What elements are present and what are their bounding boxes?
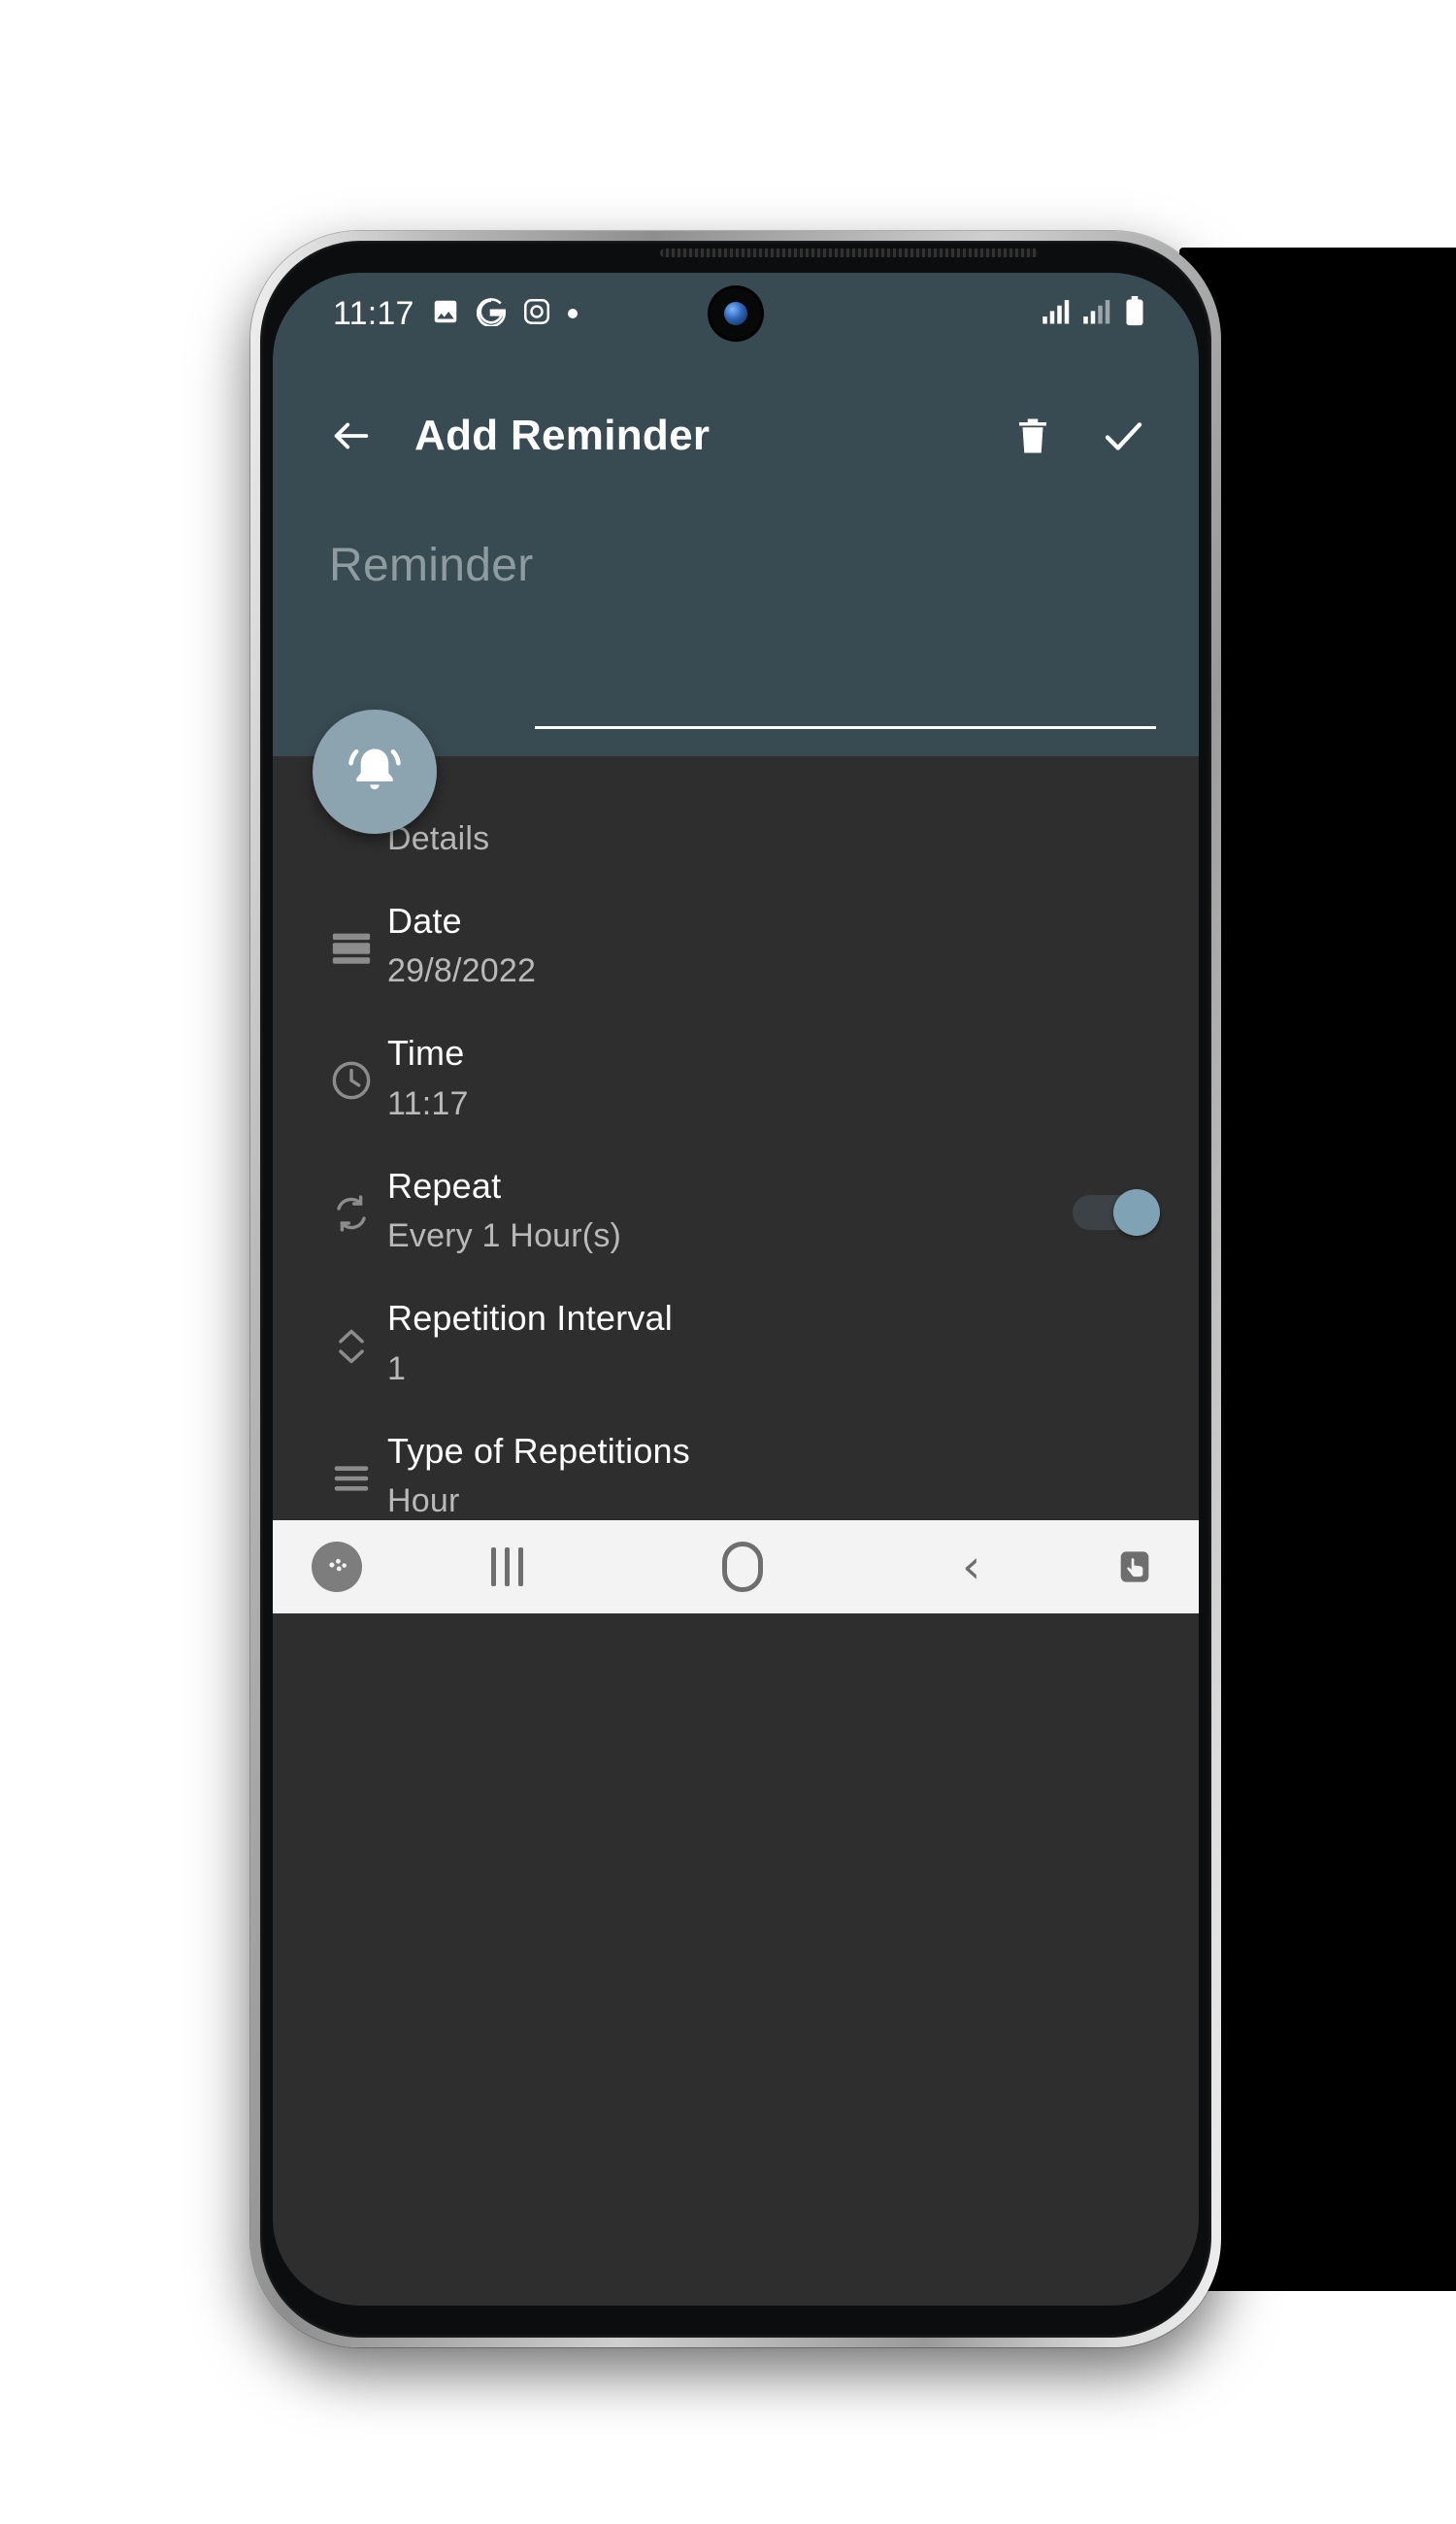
row-repetition-interval-texts: Repetition Interval 1 bbox=[387, 1298, 1156, 1387]
row-date-title: Date bbox=[387, 901, 462, 941]
row-time-texts: Time 11:17 bbox=[387, 1033, 1156, 1122]
app-bar-actions bbox=[1012, 413, 1156, 459]
row-date[interactable]: Date 29/8/2022 bbox=[273, 858, 1199, 990]
row-type-of-repetitions-title: Type of Repetitions bbox=[387, 1430, 690, 1471]
game-booster-icon[interactable] bbox=[312, 1541, 362, 1592]
repeat-toggle-thumb bbox=[1113, 1188, 1160, 1236]
page-title: Add Reminder bbox=[414, 412, 711, 459]
repeat-toggle[interactable] bbox=[1073, 1188, 1160, 1236]
row-repeat-texts: Repeat Every 1 Hour(s) bbox=[387, 1166, 1073, 1255]
row-time-title: Time bbox=[387, 1033, 465, 1074]
confirm-check-icon[interactable] bbox=[1100, 413, 1146, 459]
status-bar: 11:17 bbox=[273, 273, 1199, 354]
calendar-icon bbox=[315, 901, 387, 971]
system-navigation-bar: ‹ bbox=[273, 1519, 1199, 1613]
touch-assist-icon[interactable] bbox=[1109, 1542, 1160, 1592]
signal-bars-1-icon bbox=[1042, 298, 1071, 330]
back-arrow-icon[interactable] bbox=[329, 414, 374, 458]
status-bar-left: 11:17 bbox=[333, 295, 578, 333]
row-date-value: 29/8/2022 bbox=[387, 952, 537, 990]
back-icon[interactable]: ‹ bbox=[962, 1544, 980, 1590]
google-g-icon bbox=[476, 297, 506, 331]
row-time-value: 11:17 bbox=[387, 1084, 469, 1122]
signal-bars-2-icon bbox=[1082, 298, 1111, 330]
recents-icon[interactable] bbox=[490, 1546, 523, 1586]
details-content: Details Date 29/8/2022 Time 11:17 Repeat… bbox=[273, 756, 1199, 1520]
reminder-title-zone: Reminder bbox=[273, 517, 1199, 756]
row-type-of-repetitions[interactable]: Type of Repetitions Hour bbox=[273, 1388, 1199, 1520]
clock-icon bbox=[315, 1033, 387, 1103]
row-repetition-interval-title: Repetition Interval bbox=[387, 1298, 673, 1339]
row-repeat-title: Repeat bbox=[387, 1165, 502, 1206]
bell-ring-icon bbox=[343, 738, 407, 807]
reminder-title-input[interactable]: Reminder bbox=[329, 517, 1156, 592]
front-camera-punch-hole bbox=[711, 288, 761, 339]
delete-icon[interactable] bbox=[1012, 415, 1053, 456]
bell-ring-fab[interactable] bbox=[313, 710, 437, 834]
row-time[interactable]: Time 11:17 bbox=[273, 990, 1199, 1122]
repeat-icon bbox=[315, 1166, 387, 1236]
photo-icon bbox=[431, 297, 460, 331]
title-input-underline bbox=[535, 726, 1156, 729]
row-type-of-repetitions-texts: Type of Repetitions Hour bbox=[387, 1431, 1156, 1520]
nav-buttons: ‹ bbox=[362, 1541, 1109, 1592]
row-repeat[interactable]: Repeat Every 1 Hour(s) bbox=[273, 1123, 1199, 1255]
home-icon[interactable] bbox=[721, 1541, 763, 1592]
battery-full-icon bbox=[1123, 295, 1146, 332]
phone-screen: 11:17 Add Reminder Reminder Details Date… bbox=[273, 273, 1199, 2306]
status-bar-right bbox=[1042, 295, 1154, 332]
app-bar: Add Reminder bbox=[273, 354, 1199, 517]
screenshot-stage: 11:17 Add Reminder Reminder Details Date… bbox=[0, 0, 1456, 2524]
row-date-texts: Date 29/8/2022 bbox=[387, 901, 1156, 990]
list-icon bbox=[315, 1431, 387, 1501]
row-repetition-interval[interactable]: Repetition Interval 1 bbox=[273, 1255, 1199, 1387]
row-repetition-interval-value: 1 bbox=[387, 1349, 407, 1387]
instagram-icon bbox=[522, 297, 551, 331]
row-type-of-repetitions-value: Hour bbox=[387, 1481, 460, 1519]
status-bar-clock: 11:17 bbox=[333, 294, 414, 332]
stepper-icon bbox=[315, 1298, 387, 1370]
dot-icon bbox=[567, 309, 578, 318]
row-repeat-value: Every 1 Hour(s) bbox=[387, 1217, 622, 1255]
earpiece-speaker bbox=[660, 249, 1039, 257]
